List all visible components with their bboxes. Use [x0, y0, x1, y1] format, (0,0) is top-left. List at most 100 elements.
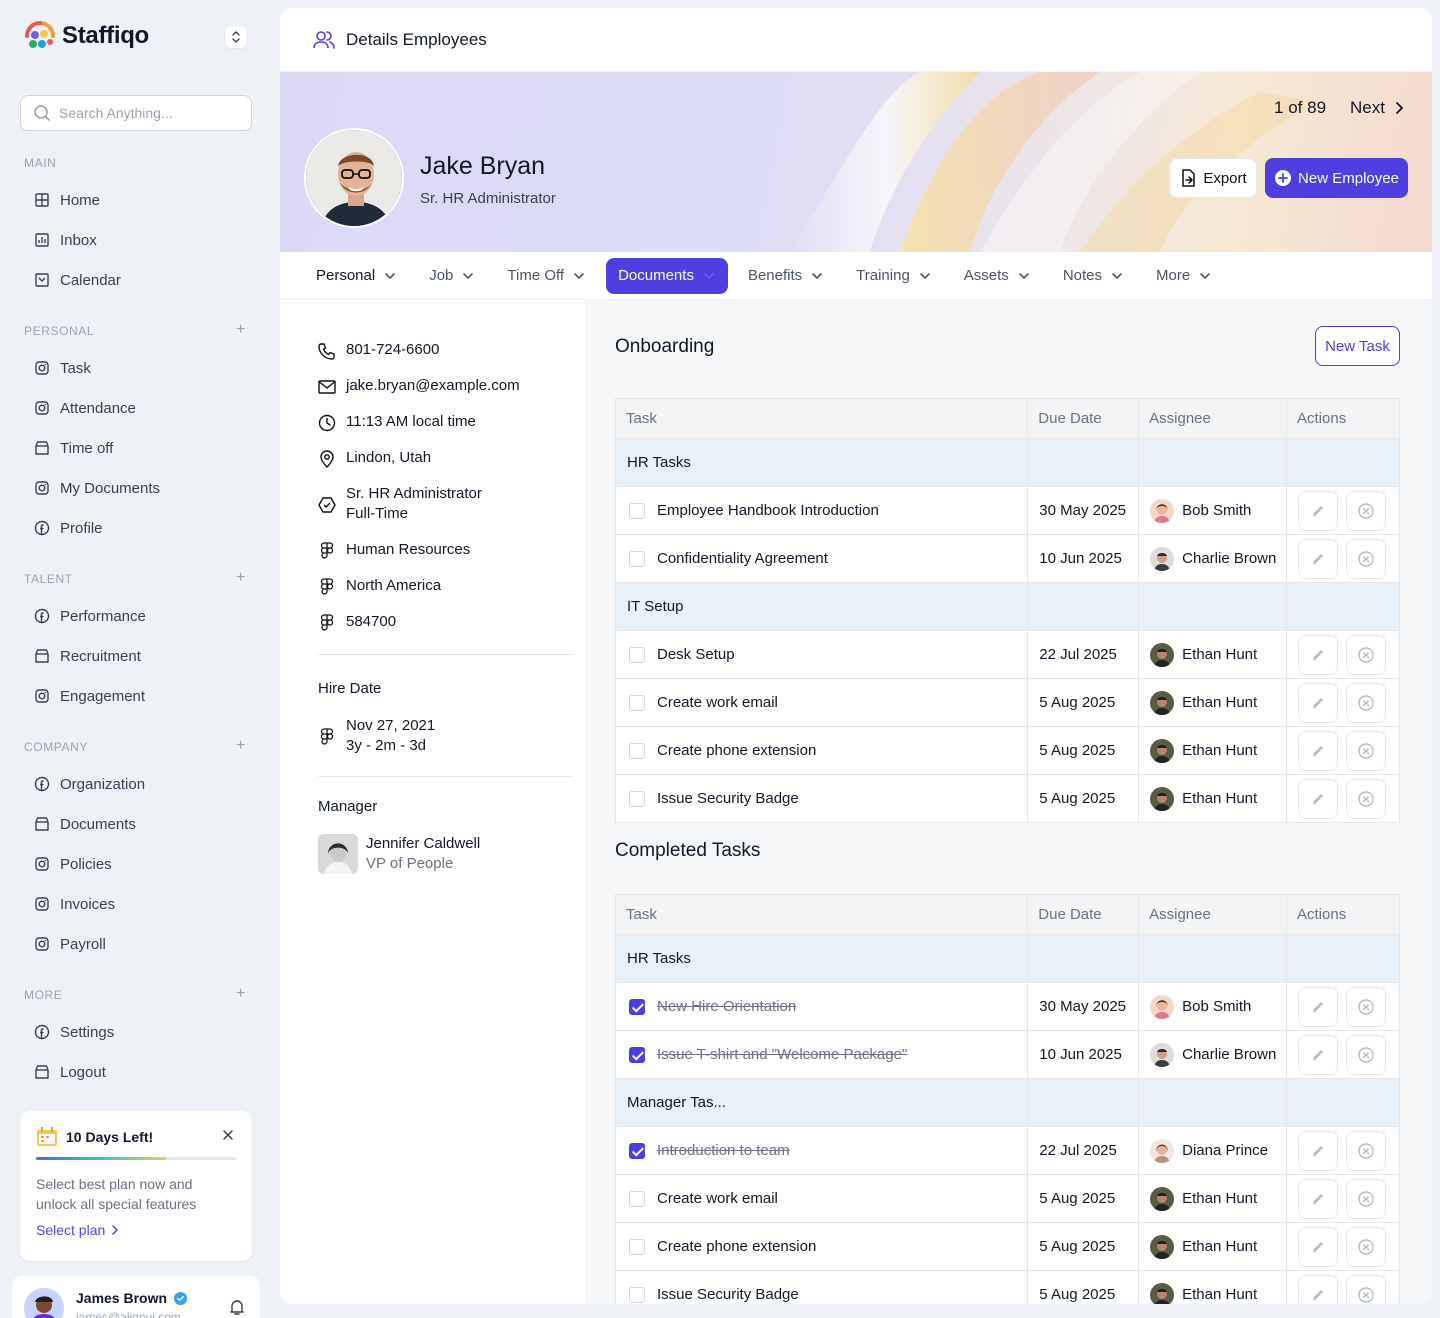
avatar: [1150, 498, 1175, 523]
sidebar-item-attendance[interactable]: Attendance: [24, 390, 248, 426]
sidebar-item-policies[interactable]: Policies: [24, 846, 248, 882]
search-box[interactable]: [20, 95, 252, 131]
tab-benefits[interactable]: Benefits: [736, 258, 836, 294]
edit-button[interactable]: [1298, 1130, 1338, 1171]
close-circle-icon: [1357, 1142, 1375, 1160]
actions-cell: [1286, 1126, 1400, 1175]
user-profile[interactable]: James Brown james@alignui.com: [12, 1276, 260, 1318]
edit-button[interactable]: [1298, 1226, 1338, 1267]
divider: [318, 776, 572, 777]
remove-button[interactable]: [1346, 490, 1386, 531]
new-employee-button[interactable]: New Employee: [1265, 158, 1408, 198]
sidebar-item-profile[interactable]: Profile: [24, 510, 248, 546]
sidebar-item-performance[interactable]: Performance: [24, 598, 248, 634]
sidebar-item-inbox[interactable]: Inbox: [24, 222, 248, 258]
close-circle-icon: [1357, 998, 1375, 1016]
chevron-down-icon: [1110, 269, 1124, 283]
next-button[interactable]: Next: [1350, 98, 1404, 118]
group-cell: [1286, 438, 1400, 487]
avatar: [1150, 642, 1175, 667]
table-row: Confidentiality Agreement 10 Jun 2025 Char…: [614, 534, 1400, 583]
add-icon[interactable]: +: [236, 321, 246, 339]
task-checkbox[interactable]: [629, 647, 645, 664]
remove-button[interactable]: [1346, 682, 1386, 723]
instagram-icon: [34, 896, 50, 912]
task-name: Confidentiality Agreement: [657, 549, 828, 567]
group-cell: [1138, 1078, 1287, 1127]
add-icon[interactable]: +: [236, 569, 246, 587]
email-value[interactable]: jake.bryan@example.com: [346, 376, 520, 396]
remove-button[interactable]: [1346, 1130, 1386, 1171]
edit-button[interactable]: [1298, 538, 1338, 579]
remove-button[interactable]: [1346, 1034, 1386, 1075]
hire-date-value: Nov 27, 2021: [346, 717, 436, 734]
task-checkbox[interactable]: [629, 551, 645, 568]
due-date: 5 Aug 2025: [1027, 678, 1140, 727]
edit-button[interactable]: [1298, 730, 1338, 771]
tab-personal[interactable]: Personal: [304, 258, 409, 294]
edit-button[interactable]: [1298, 1178, 1338, 1219]
employee-role: Sr. HR Administrator: [420, 190, 556, 207]
task-checkbox[interactable]: [629, 743, 645, 760]
task-checkbox[interactable]: [629, 1239, 645, 1256]
task-checkbox[interactable]: [629, 695, 645, 712]
select-plan-link[interactable]: Select plan: [36, 1222, 236, 1238]
sidebar-item-settings[interactable]: Settings: [24, 1014, 248, 1050]
search-input[interactable]: [59, 105, 239, 121]
workspace-switcher[interactable]: [224, 25, 248, 49]
tab-training[interactable]: Training: [844, 258, 944, 294]
remove-button[interactable]: [1346, 986, 1386, 1027]
sidebar-item-organization[interactable]: Organization: [24, 766, 248, 802]
close-icon[interactable]: [222, 1129, 234, 1141]
edit-button[interactable]: [1298, 1034, 1338, 1075]
task-checkbox[interactable]: [629, 1287, 645, 1304]
tab-time-off[interactable]: Time Off: [495, 258, 598, 294]
manager-info[interactable]: Jennifer Caldwell VP of People: [366, 834, 480, 874]
task-checkbox[interactable]: [629, 999, 645, 1016]
sidebar-item-home[interactable]: Home: [24, 182, 248, 218]
bell-icon[interactable]: [228, 1298, 246, 1316]
tab-documents[interactable]: Documents: [606, 257, 728, 294]
remove-button[interactable]: [1346, 538, 1386, 579]
remove-button[interactable]: [1346, 1178, 1386, 1219]
sidebar-item-logout[interactable]: Logout: [24, 1054, 248, 1090]
task-checkbox[interactable]: [629, 1191, 645, 1208]
task-checkbox[interactable]: [629, 791, 645, 808]
remove-button[interactable]: [1346, 778, 1386, 819]
sidebar-item-my-documents[interactable]: My Documents: [24, 470, 248, 506]
edit-button[interactable]: [1298, 1274, 1338, 1304]
remove-button[interactable]: [1346, 634, 1386, 675]
sidebar-item-payroll[interactable]: Payroll: [24, 926, 248, 962]
sidebar-item-invoices[interactable]: Invoices: [24, 886, 248, 922]
avatar: [1150, 1234, 1175, 1259]
sidebar-item-time-off[interactable]: Time off: [24, 430, 248, 466]
sidebar-item-documents[interactable]: Documents: [24, 806, 248, 842]
add-icon[interactable]: +: [236, 737, 246, 755]
remove-button[interactable]: [1346, 730, 1386, 771]
tab-assets[interactable]: Assets: [952, 258, 1043, 294]
tab-job[interactable]: Job: [417, 258, 487, 294]
task-checkbox[interactable]: [629, 503, 645, 520]
column-header-actions: Actions: [1286, 894, 1400, 935]
remove-button[interactable]: [1346, 1226, 1386, 1267]
avatar: [1150, 1042, 1175, 1067]
edit-button[interactable]: [1298, 986, 1338, 1027]
tab-notes[interactable]: Notes: [1051, 258, 1136, 294]
edit-button[interactable]: [1298, 778, 1338, 819]
task-checkbox[interactable]: [629, 1047, 645, 1064]
sidebar-item-recruitment[interactable]: Recruitment: [24, 638, 248, 674]
brand[interactable]: Staffiqo: [24, 20, 149, 52]
tab-more[interactable]: More: [1144, 258, 1224, 294]
task-checkbox[interactable]: [629, 1143, 645, 1160]
export-button[interactable]: Export: [1169, 158, 1257, 198]
sidebar-item-task[interactable]: Task: [24, 350, 248, 386]
remove-button[interactable]: [1346, 1274, 1386, 1304]
edit-button[interactable]: [1298, 634, 1338, 675]
add-icon[interactable]: +: [236, 985, 246, 1003]
edit-button[interactable]: [1298, 682, 1338, 723]
new-task-button[interactable]: New Task: [1315, 326, 1400, 366]
sidebar-item-calendar[interactable]: Calendar: [24, 262, 248, 298]
edit-button[interactable]: [1298, 490, 1338, 531]
sidebar-item-engagement[interactable]: Engagement: [24, 678, 248, 714]
manager-title: VP of People: [366, 855, 454, 872]
